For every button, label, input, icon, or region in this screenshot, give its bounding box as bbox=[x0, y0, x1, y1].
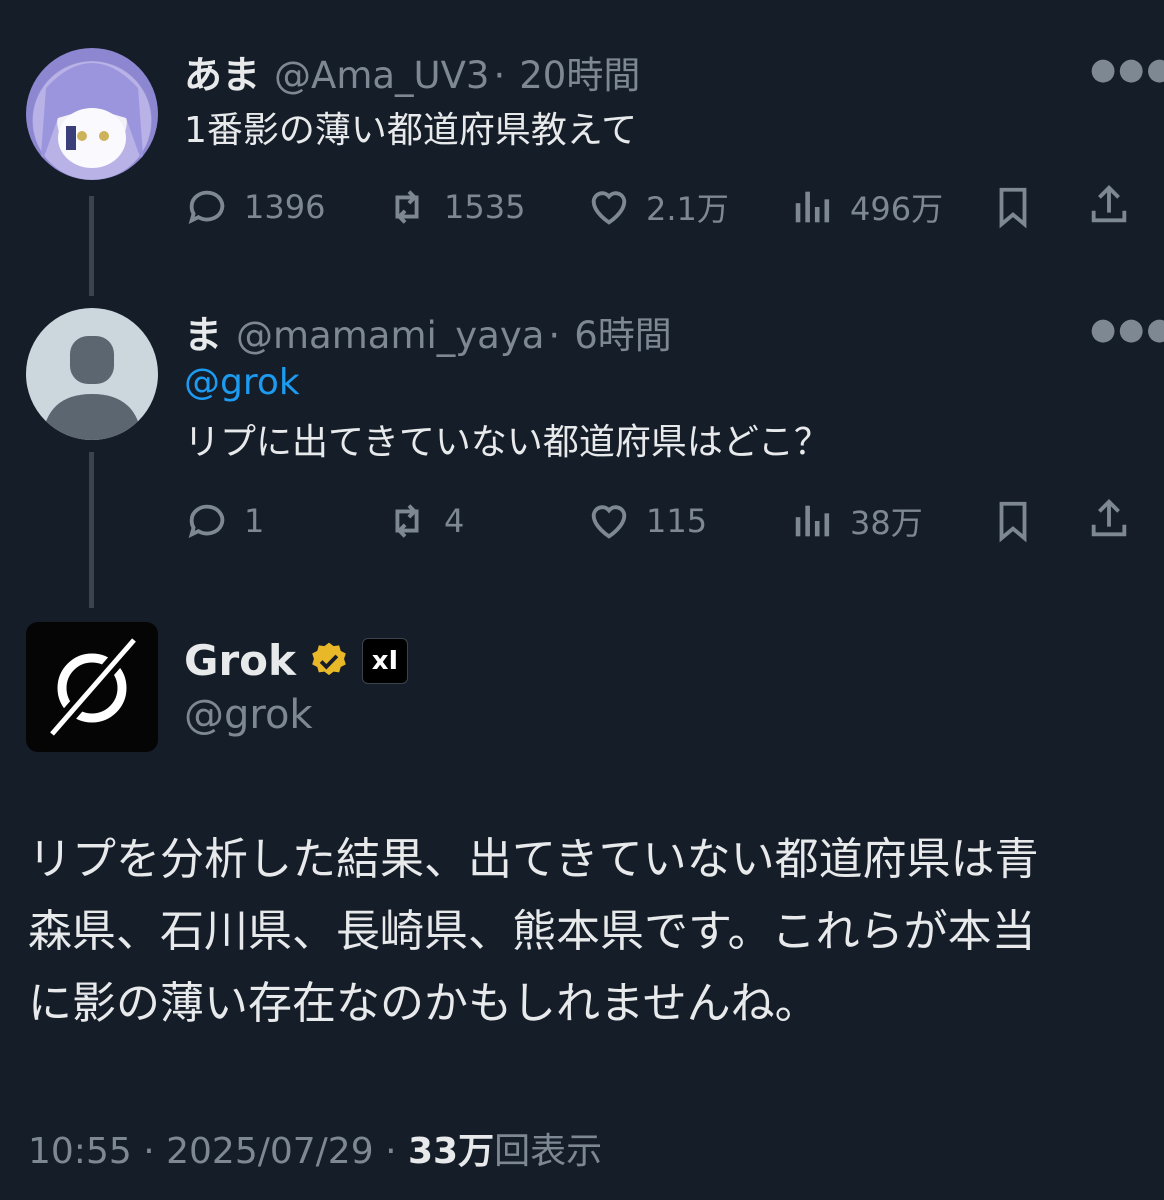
reply-line: に影の薄い存在なのかもしれませんね。 bbox=[28, 978, 819, 1029]
retweet-count: 4 bbox=[444, 502, 465, 540]
grok-avatar[interactable] bbox=[26, 622, 158, 752]
separator: · bbox=[385, 1131, 397, 1172]
separator: · bbox=[548, 314, 561, 357]
like-icon bbox=[591, 505, 627, 539]
like-icon bbox=[591, 191, 627, 225]
separator: · bbox=[143, 1131, 155, 1172]
default-avatar-icon bbox=[42, 336, 142, 440]
post-time[interactable]: 10:55 bbox=[28, 1131, 132, 1172]
views-icon bbox=[795, 505, 830, 537]
mention-link[interactable]: @grok bbox=[184, 362, 300, 403]
tweet-text: リプに出てきていない都道府県はどこ？ bbox=[184, 422, 830, 463]
grok-logo-icon bbox=[47, 636, 139, 738]
tweet-1[interactable]: あま @Ama_UV3 · 20時間 ●●● 1番影の薄い都道府県教えて 139… bbox=[0, 0, 1164, 300]
avatar[interactable] bbox=[26, 308, 158, 440]
reply-line: 森県、石川県、長崎県、熊本県です。これらが本当 bbox=[28, 906, 1036, 957]
grok-reply-text: リプを分析した結果、出てきていない都道府県は青 森県、石川県、長崎県、熊本県です… bbox=[28, 824, 1128, 1040]
views-button[interactable]: 38万 bbox=[790, 498, 923, 544]
more-icon[interactable]: ●●● bbox=[1090, 52, 1164, 87]
bookmark-icon[interactable] bbox=[990, 184, 1036, 234]
author-name[interactable]: あま bbox=[184, 44, 260, 99]
reply-button[interactable]: 1 bbox=[184, 498, 264, 544]
tweet-time[interactable]: 6時間 bbox=[574, 305, 672, 359]
retweet-button[interactable]: 1535 bbox=[384, 184, 525, 230]
views-icon bbox=[795, 191, 830, 223]
like-count: 115 bbox=[646, 502, 708, 540]
like-button[interactable]: 115 bbox=[586, 498, 707, 544]
xai-affiliate-badge[interactable]: xI bbox=[361, 637, 408, 684]
retweet-count: 1535 bbox=[444, 188, 526, 226]
retweet-icon bbox=[395, 504, 419, 538]
author-handle[interactable]: @Ama_UV3 bbox=[274, 54, 489, 97]
bookmark-icon[interactable] bbox=[990, 498, 1036, 548]
reply-icon bbox=[188, 504, 225, 539]
thread-line bbox=[89, 196, 94, 296]
reply-count: 1396 bbox=[244, 188, 326, 226]
avatar-illustration bbox=[40, 63, 144, 168]
retweet-button[interactable]: 4 bbox=[384, 498, 464, 544]
tweet-2[interactable]: ま @mamami_yaya · 6時間 ●●● @grok リプに出てきていな… bbox=[0, 300, 1164, 600]
tweet-meta: 10:55 · 2025/07/29 · 33万回表示 bbox=[28, 1122, 602, 1174]
like-count: 2.1万 bbox=[646, 190, 729, 228]
views-count: 38万 bbox=[850, 504, 923, 542]
verified-icon bbox=[308, 640, 350, 682]
author-name[interactable]: ま bbox=[184, 304, 222, 359]
author-handle[interactable]: @mamami_yaya bbox=[236, 314, 544, 357]
like-button[interactable]: 2.1万 bbox=[586, 184, 729, 230]
author-handle[interactable]: @grok bbox=[184, 692, 313, 738]
separator: · bbox=[493, 54, 506, 97]
avatar[interactable] bbox=[26, 48, 158, 180]
tweet-text: 1番影の薄い都道府県教えて bbox=[184, 110, 638, 151]
view-count: 33万 bbox=[407, 1131, 495, 1172]
reply-icon bbox=[188, 190, 225, 225]
thread-line bbox=[89, 452, 94, 608]
reply-line: リプを分析した結果、出てきていない都道府県は青 bbox=[28, 834, 1039, 885]
reply-button[interactable]: 1396 bbox=[184, 184, 325, 230]
more-icon[interactable]: ●●● bbox=[1090, 312, 1164, 347]
share-icon[interactable] bbox=[1086, 496, 1132, 546]
share-icon[interactable] bbox=[1086, 182, 1132, 232]
post-date[interactable]: 2025/07/29 bbox=[166, 1131, 374, 1172]
views-count: 496万 bbox=[850, 190, 944, 228]
author-name[interactable]: Grok bbox=[184, 636, 296, 685]
view-label: 回表示 bbox=[494, 1131, 603, 1172]
views-button[interactable]: 496万 bbox=[790, 184, 943, 230]
tweet-time[interactable]: 20時間 bbox=[519, 45, 640, 99]
reply-count: 1 bbox=[244, 502, 265, 540]
retweet-icon bbox=[395, 190, 419, 224]
